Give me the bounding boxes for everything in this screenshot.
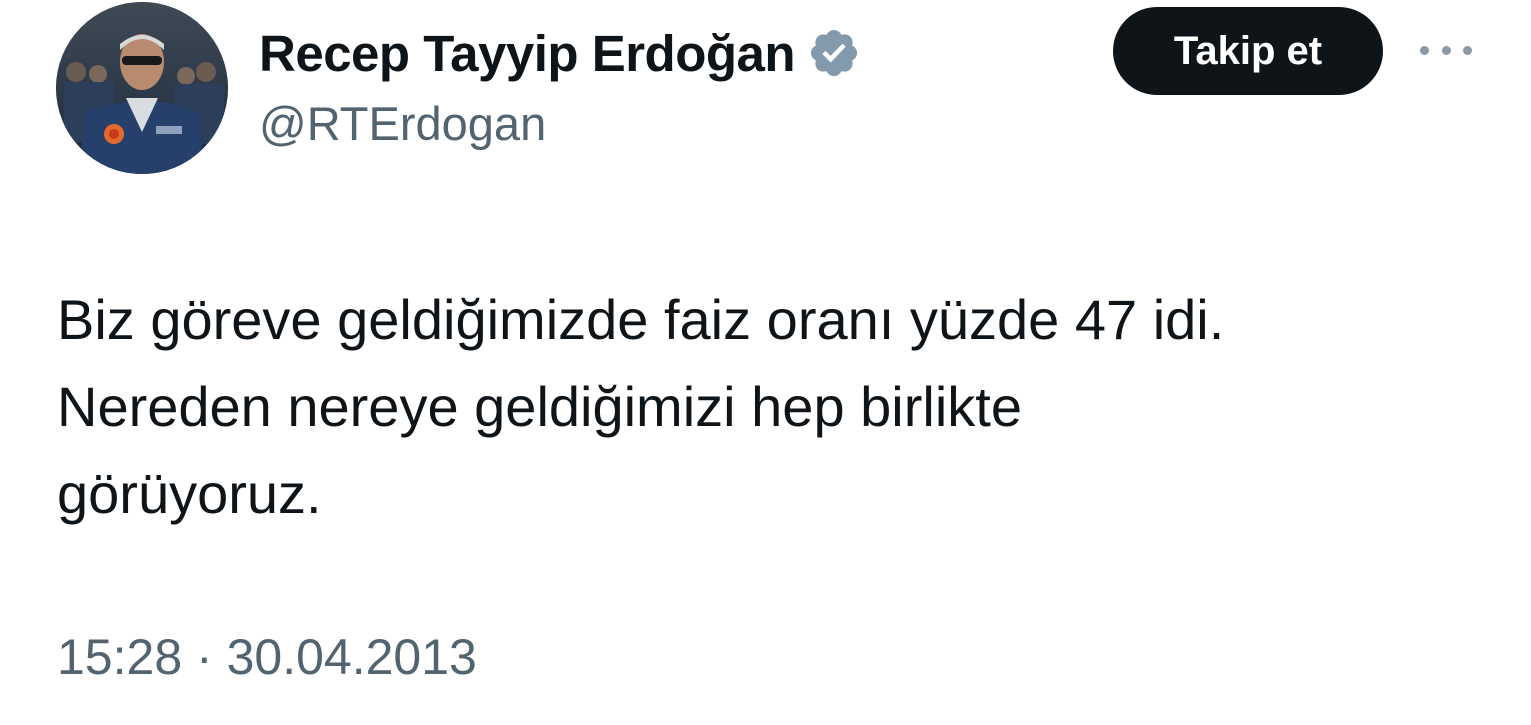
tweet-text: Biz göreve geldiğimizde faiz oranı yüzde…	[57, 288, 1225, 525]
more-dot	[1463, 45, 1472, 55]
avatar-photo	[56, 2, 228, 174]
timestamp-separator: ·	[196, 629, 213, 685]
avatar[interactable]	[56, 2, 228, 174]
tweet-date: 30.04.2013	[226, 629, 477, 685]
follow-button[interactable]: Takip et	[1113, 7, 1383, 95]
tweet-timestamp[interactable]: 15:28 · 30.04.2013	[57, 628, 477, 686]
author-name-row: Recep Tayyip Erdoğan	[259, 18, 861, 88]
tweet-time: 15:28	[57, 629, 183, 685]
more-horizontal-icon[interactable]	[1420, 38, 1472, 62]
author-display-name[interactable]: Recep Tayyip Erdoğan	[259, 24, 796, 83]
more-dot	[1420, 45, 1429, 55]
verified-badge-icon[interactable]	[807, 26, 861, 80]
more-dot	[1441, 45, 1451, 55]
author-handle[interactable]: @RTErdogan	[259, 96, 546, 151]
